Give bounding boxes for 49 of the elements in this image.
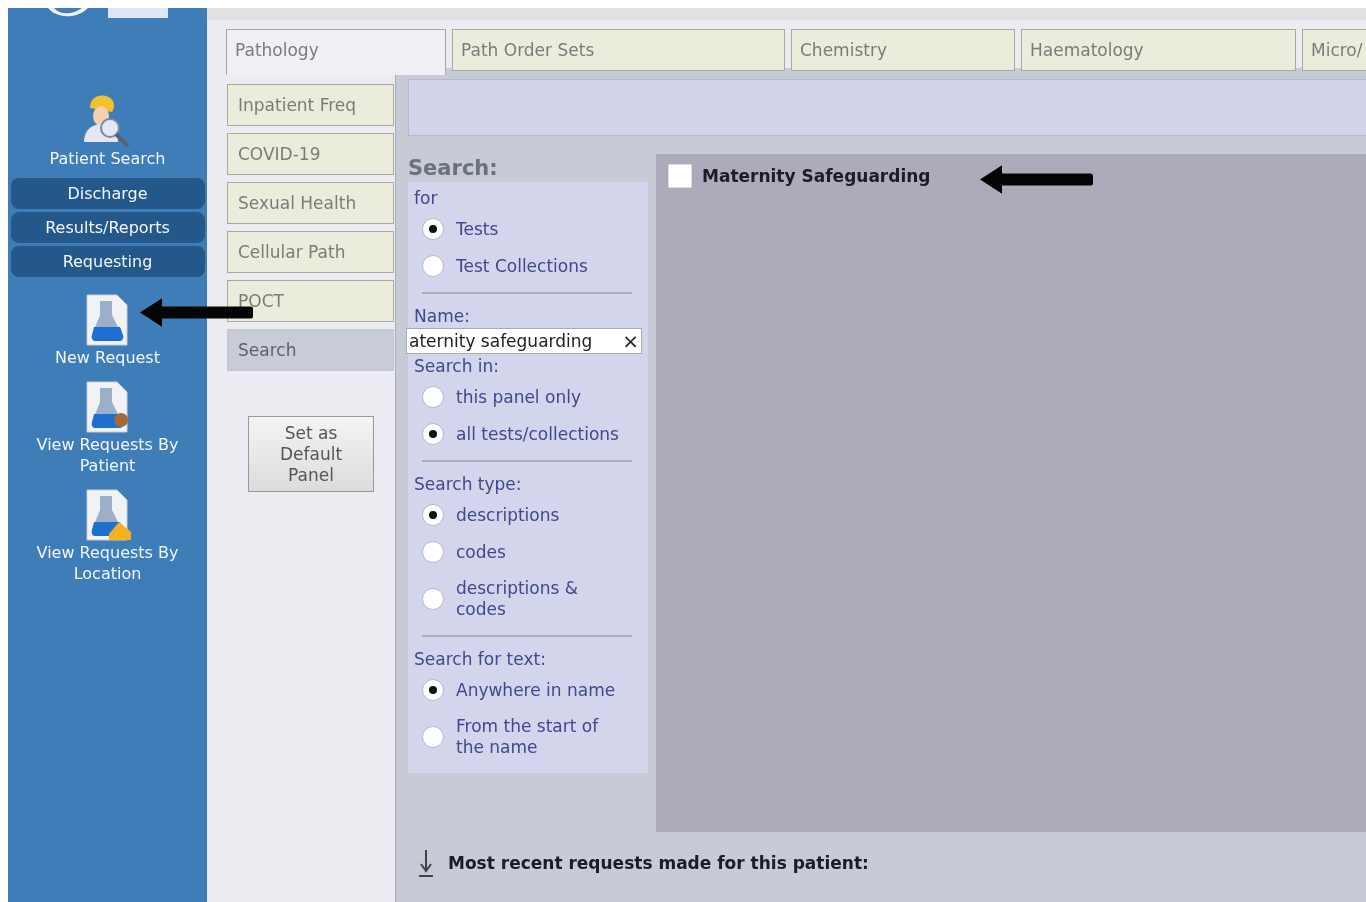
radio-label: Test Collections — [456, 255, 588, 277]
side-tab[interactable]: Cellular Path — [227, 231, 394, 273]
side-tab[interactable]: Search — [227, 329, 394, 371]
radio-label: descriptions & codes — [456, 578, 580, 620]
tab[interactable]: Chemistry — [791, 29, 1015, 71]
nav-button[interactable]: Requesting — [10, 246, 205, 277]
tab[interactable]: Haematology — [1021, 29, 1296, 71]
patient-search-button[interactable]: Patient Search — [12, 92, 203, 169]
recent-requests-heading: Most recent requests made for this patient: — [448, 853, 869, 873]
radio-label: Anywhere in name — [456, 679, 616, 701]
radio-label: codes — [456, 541, 506, 563]
request-button[interactable]: New Request — [12, 293, 203, 368]
side-tab[interactable]: COVID-19 — [227, 133, 394, 175]
radio-button[interactable] — [422, 679, 444, 701]
set-default-button[interactable]: Set as Default Panel — [248, 416, 374, 492]
radio-label: Tests — [456, 218, 499, 240]
tab[interactable]: Path Order Sets — [452, 29, 785, 71]
tab[interactable]: Pathology — [226, 29, 446, 75]
clear-button[interactable]: × — [622, 329, 639, 353]
radio-button[interactable] — [422, 504, 444, 526]
radio-button[interactable] — [422, 541, 444, 563]
radio-label: this panel only — [456, 386, 581, 408]
radio-label: From the start of the name — [456, 716, 600, 758]
radio-label: all tests/collections — [456, 423, 619, 445]
result-label: Maternity Safeguarding — [702, 166, 931, 186]
radio-button[interactable] — [422, 255, 444, 277]
group-label: Search type: — [413, 473, 523, 496]
search-heading: Search: — [408, 155, 499, 182]
group-label: for — [413, 187, 439, 210]
radio-button[interactable] — [422, 386, 444, 408]
request-button[interactable]: View Requests By Location — [12, 488, 203, 584]
request-button[interactable]: View Requests By Patient — [12, 380, 203, 476]
group-label: Search for text: — [413, 648, 547, 671]
radio-button[interactable] — [422, 423, 444, 445]
radio-button[interactable] — [422, 726, 444, 748]
field-label: Name: — [413, 305, 471, 328]
tab[interactable]: Micro/ — [1302, 29, 1366, 71]
checkbox[interactable] — [668, 164, 692, 188]
radio-button[interactable] — [422, 588, 444, 610]
radio-button[interactable] — [422, 218, 444, 240]
side-tab[interactable]: POCT — [227, 280, 394, 322]
down-arrow-icon — [418, 848, 434, 878]
group-label: Search in: — [413, 355, 501, 378]
name-field[interactable]: aternity safeguarding × — [406, 328, 642, 354]
nav-button[interactable]: Results/Reports — [10, 212, 205, 243]
side-tab[interactable]: Sexual Health — [227, 182, 394, 224]
side-tab[interactable]: Inpatient Freq — [227, 84, 394, 126]
radio-label: descriptions — [456, 504, 560, 526]
nav-button[interactable]: Discharge — [10, 178, 205, 209]
